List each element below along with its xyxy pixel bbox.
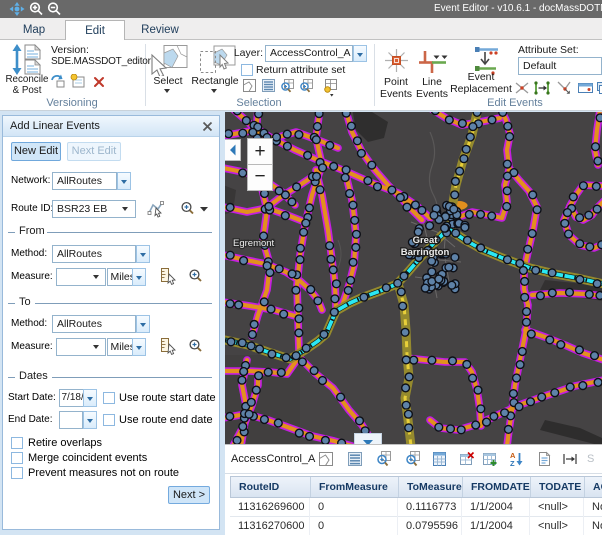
- svg-text:Great: Great: [413, 235, 439, 246]
- svg-text:Egremont: Egremont: [233, 238, 275, 249]
- svg-text:Barrington: Barrington: [401, 247, 450, 258]
- svg-text:Z: Z: [510, 459, 515, 468]
